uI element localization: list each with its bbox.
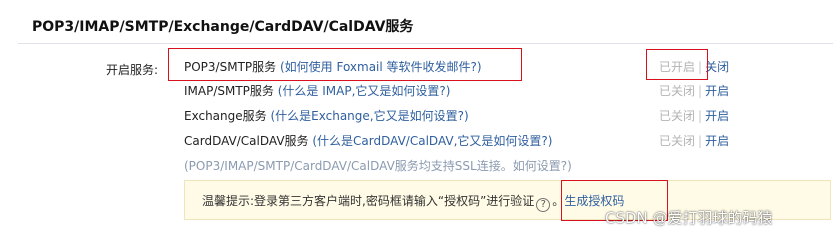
toggle-button[interactable]: 开启 [705,84,729,98]
status-separator: | [698,84,703,98]
question-icon[interactable]: ? [536,198,551,212]
watermark: CSDN @爱打羽球的码猿 [605,209,773,227]
service-name: Exchange服务 [184,109,267,123]
service-row-exchange: Exchange服务 (什么是Exchange,它又是如何设置?) [184,106,469,126]
status-state: 已关闭 [659,109,696,123]
status-state: 已关闭 [659,134,696,148]
service-help-link[interactable]: (什么是 IMAP,它又是如何设置?) [278,84,451,98]
ssl-note-link[interactable]: (POP3/IMAP/SMTP/CardDAV/CalDAV服务均支持SSL连接… [184,159,572,173]
service-name: IMAP/SMTP服务 [184,84,274,98]
service-status-carddav-caldav: 已关闭 | 开启 [659,131,729,151]
status-state: 已关闭 [659,84,696,98]
service-help-link[interactable]: (如何使用 Foxmail 等软件收发邮件?) [280,60,482,74]
status-separator: | [698,134,703,148]
toggle-button[interactable]: 开启 [705,134,729,148]
status-separator: | [698,60,703,74]
service-row-pop3-smtp: POP3/SMTP服务 (如何使用 Foxmail 等软件收发邮件?) [184,57,482,77]
tip-punctuation: 。 [552,194,565,208]
service-row-imap-smtp: IMAP/SMTP服务 (什么是 IMAP,它又是如何设置?) [184,81,450,101]
status-state: 已开启 [659,60,696,74]
enable-service-label: 开启服务: [106,63,159,77]
toggle-button[interactable]: 开启 [705,109,729,123]
tip-text: 温馨提示:登录第三方客户端时,密码框请输入“授权码”进行验证 [202,194,535,208]
toggle-button[interactable]: 关闭 [705,60,729,74]
ssl-note-row: (POP3/IMAP/SMTP/CardDAV/CalDAV服务均支持SSL连接… [184,156,572,176]
service-row-carddav-caldav: CardDAV/CalDAV服务 (什么是CardDAV/CalDAV,它又是如… [184,131,552,151]
service-help-link[interactable]: (什么是CardDAV/CalDAV,它又是如何设置?) [312,134,552,148]
section-title: POP3/IMAP/SMTP/Exchange/CardDAV/CalDAV服务 [32,19,414,35]
section-divider [18,43,833,44]
service-status-exchange: 已关闭 | 开启 [659,106,729,126]
service-status-pop3-smtp: 已开启 | 关闭 [659,57,729,77]
generate-auth-code-link[interactable]: 生成授权码 [564,194,624,208]
service-name: POP3/SMTP服务 [184,60,277,74]
service-name: CardDAV/CalDAV服务 [184,134,309,148]
tip-content: 温馨提示:登录第三方客户端时,密码框请输入“授权码”进行验证? 。生成授权码 [202,193,624,212]
status-separator: | [698,109,703,123]
service-status-imap-smtp: 已关闭 | 开启 [659,81,729,101]
service-help-link[interactable]: (什么是Exchange,它又是如何设置?) [270,109,468,123]
